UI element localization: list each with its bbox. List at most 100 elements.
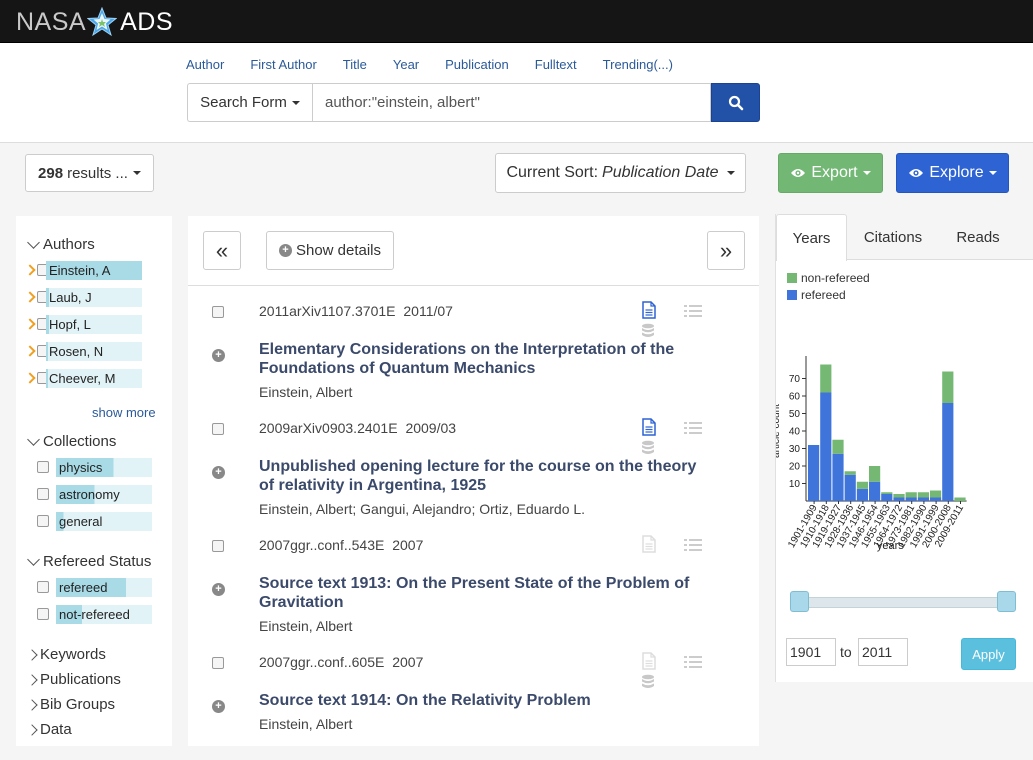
expand-abstract-icon[interactable]: + — [212, 583, 225, 596]
y-axis-label: article count — [776, 404, 782, 458]
result-checkbox[interactable] — [212, 657, 224, 669]
graph-tabs: Years Citations Reads — [776, 214, 1033, 261]
facet-checkbox[interactable] — [37, 608, 49, 620]
expand-chevron-icon[interactable] — [24, 318, 36, 330]
result-date: 2007 — [392, 654, 424, 670]
expand-abstract-icon[interactable]: + — [212, 700, 225, 713]
fulltext-document-icon[interactable] — [641, 301, 657, 319]
year-range-slider[interactable] — [800, 597, 1006, 608]
caret-down-icon — [862, 171, 871, 175]
facet-checkbox[interactable] — [37, 581, 49, 593]
expand-chevron-icon[interactable] — [24, 291, 36, 303]
result-bibcode[interactable]: 2009arXiv0903.2401E — [259, 420, 398, 436]
explore-label: Explore — [929, 164, 984, 181]
quick-field-title[interactable]: Title — [343, 57, 367, 72]
eye-icon — [909, 169, 924, 177]
references-list-icon[interactable] — [684, 538, 702, 552]
year-from-input[interactable] — [786, 638, 836, 666]
result-title[interactable]: Source text 1914: On the Relativity Prob… — [259, 691, 699, 710]
slider-handle-max[interactable] — [997, 591, 1016, 612]
result-checkbox[interactable] — [212, 540, 224, 552]
facet-keywords-header[interactable]: Keywords — [26, 646, 106, 663]
year-to-input[interactable] — [858, 638, 908, 666]
ads-logo[interactable]: NASA ADS — [16, 7, 173, 37]
facet-authors-title: Authors — [43, 236, 95, 253]
result-title[interactable]: Unpublished opening lecture for the cour… — [259, 457, 699, 495]
previous-page-button[interactable]: « — [203, 231, 241, 270]
quick-field-year[interactable]: Year — [393, 57, 419, 72]
result-meta: 2011arXiv1107.3701E 2011/07 — [259, 303, 457, 319]
facet-refereed-header[interactable]: Refereed Status — [26, 552, 151, 570]
bar-refereed — [820, 392, 832, 501]
legend-swatch-non-refereed — [787, 273, 797, 283]
show-details-button[interactable]: + Show details — [266, 231, 394, 270]
tab-reads[interactable]: Reads — [943, 214, 1013, 260]
legend-label-refereed: refereed — [801, 288, 846, 302]
expand-chevron-icon[interactable] — [24, 264, 36, 276]
quick-field-first-author[interactable]: First Author — [250, 57, 316, 72]
facet-collection-label[interactable]: astronomy — [56, 485, 152, 504]
facet-data-header[interactable]: Data — [26, 721, 72, 738]
result-date: 2007 — [392, 537, 424, 553]
facet-bibgroups-header[interactable]: Bib Groups — [26, 696, 115, 713]
expand-chevron-icon[interactable] — [24, 345, 36, 357]
tab-citations[interactable]: Citations — [856, 214, 930, 260]
references-list-icon[interactable] — [684, 421, 702, 435]
results-count-dropdown[interactable]: 298 results ... — [25, 154, 154, 192]
result-bibcode[interactable]: 2007ggr..conf..543E — [259, 537, 384, 553]
result-bibcode[interactable]: 2007ggr..conf..605E — [259, 654, 384, 670]
result-checkbox[interactable] — [212, 423, 224, 435]
export-button[interactable]: Export — [778, 153, 883, 193]
facet-author-label[interactable]: Einstein, A — [46, 261, 142, 280]
expand-abstract-icon[interactable]: + — [212, 466, 225, 479]
result-bibcode[interactable]: 2011arXiv1107.3701E — [259, 303, 395, 319]
brand-ads: ADS — [120, 7, 173, 36]
facet-author-label[interactable]: Laub, J — [46, 288, 142, 307]
facet-collection-label[interactable]: physics — [56, 458, 152, 477]
facet-publications-header[interactable]: Publications — [26, 671, 121, 688]
bar-refereed — [832, 453, 844, 501]
quick-field-author[interactable]: Author — [186, 57, 224, 72]
facet-collections-header[interactable]: Collections — [26, 432, 116, 450]
divider — [188, 285, 759, 286]
explore-button[interactable]: Explore — [896, 153, 1009, 193]
facet-refereed-label[interactable]: refereed — [56, 578, 152, 597]
bar-refereed — [869, 481, 881, 501]
facet-authors-header[interactable]: Authors — [26, 235, 95, 253]
quick-field-publication[interactable]: Publication — [445, 57, 509, 72]
tab-years[interactable]: Years — [776, 214, 847, 261]
references-list-icon[interactable] — [684, 304, 702, 318]
facet-author-label[interactable]: Hopf, L — [46, 315, 142, 334]
result-title[interactable]: Elementary Considerations on the Interpr… — [259, 340, 699, 378]
sort-dropdown[interactable]: Current Sort: Publication Date — [495, 153, 746, 193]
search-form-dropdown[interactable]: Search Form — [187, 83, 312, 122]
facet-checkbox[interactable] — [37, 488, 49, 500]
year-range-to-label: to — [840, 644, 852, 660]
next-page-button[interactable]: » — [707, 231, 745, 270]
expand-abstract-icon[interactable]: + — [212, 349, 225, 362]
search-input[interactable] — [312, 83, 711, 122]
result-title[interactable]: Source text 1913: On the Present State o… — [259, 574, 699, 612]
quick-field-fulltext[interactable]: Fulltext — [535, 57, 577, 72]
search-button[interactable] — [711, 83, 760, 122]
bar-non-refereed — [917, 492, 929, 498]
facet-refereed-label[interactable]: not-refereed — [56, 605, 152, 624]
facet-author-label[interactable]: Rosen, N — [46, 342, 142, 361]
facet-checkbox[interactable] — [37, 461, 49, 473]
fulltext-document-icon[interactable] — [641, 418, 657, 436]
quick-field-trending[interactable]: Trending(...) — [603, 57, 673, 72]
expand-chevron-icon[interactable] — [24, 372, 36, 384]
show-more-link[interactable]: show more — [92, 405, 156, 420]
fulltext-document-icon — [642, 652, 656, 670]
star-logo-icon — [87, 7, 118, 37]
y-tick-label: 60 — [789, 392, 801, 403]
result-checkbox[interactable] — [212, 306, 224, 318]
apply-button[interactable]: Apply — [961, 638, 1016, 670]
facet-checkbox[interactable] — [37, 515, 49, 527]
facet-collection-label[interactable]: general — [56, 512, 152, 531]
data-database-icon — [642, 440, 654, 454]
references-list-icon[interactable] — [684, 655, 702, 669]
slider-handle-min[interactable] — [790, 591, 809, 612]
graphs-panel: Years Citations Reads non-refereed refere… — [775, 214, 1033, 682]
facet-author-label[interactable]: Cheever, M — [46, 369, 142, 388]
